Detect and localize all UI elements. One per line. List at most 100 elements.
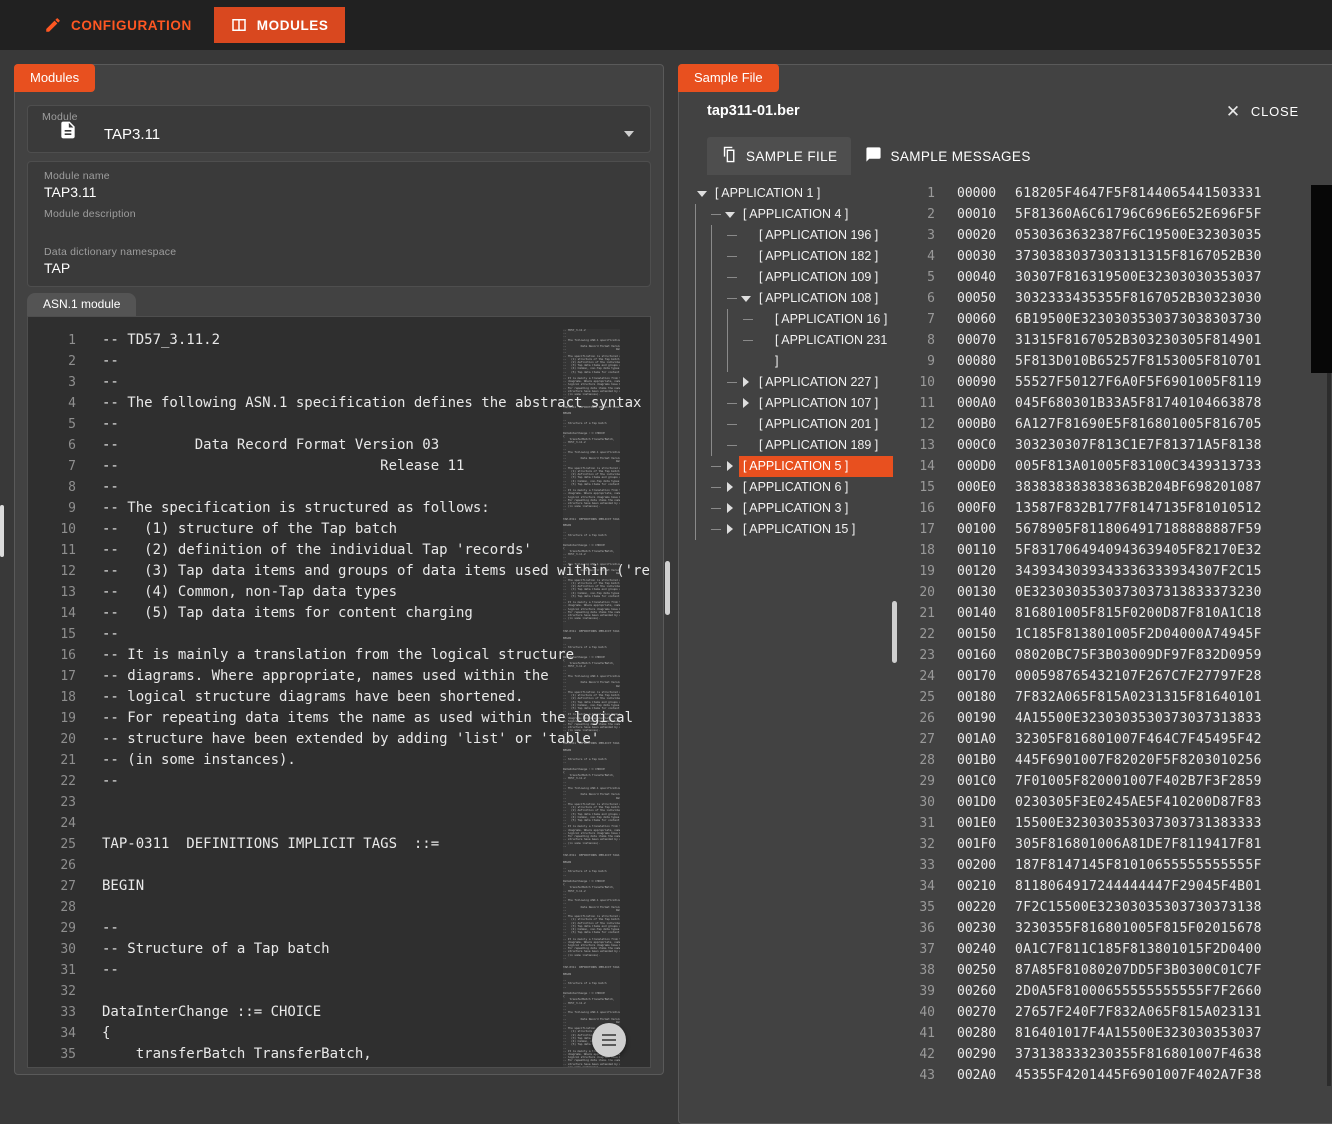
tree-guide-line bbox=[711, 435, 727, 456]
top-bar: CONFIGURATION MODULES bbox=[0, 0, 1332, 50]
chevron-down-icon[interactable] bbox=[695, 183, 711, 204]
hex-row: 35002207F2C15500E32303035303730373138.. bbox=[897, 897, 1332, 918]
chevron-right-icon[interactable] bbox=[723, 456, 739, 477]
hex-scrollbar-thumb[interactable] bbox=[1311, 185, 1332, 373]
tab-sample-messages-label: SAMPLE MESSAGES bbox=[890, 149, 1030, 164]
editor-scrollbar[interactable] bbox=[665, 561, 670, 615]
tree-item[interactable]: [ APPLICATION 107 ] bbox=[693, 393, 897, 414]
tree-connector bbox=[727, 372, 739, 393]
editor-line: 22-- bbox=[28, 771, 650, 792]
hex-row: 43002A045355F4201445F6901007F402A7F38. bbox=[897, 1065, 1332, 1086]
chevron-right-icon[interactable] bbox=[723, 519, 739, 540]
arrow-placeholder bbox=[739, 414, 755, 435]
tree-item[interactable]: [ APPLICATION 182 ] bbox=[693, 246, 897, 267]
tree-item[interactable]: [ APPLICATION 108 ] bbox=[693, 288, 897, 309]
editor-line: 25TAP-0311 DEFINITIONS IMPLICIT TAGS ::= bbox=[28, 834, 650, 855]
tree-item[interactable]: [ APPLICATION 4 ] bbox=[693, 204, 897, 225]
tree-item[interactable]: [ APPLICATION 3 ] bbox=[693, 498, 897, 519]
hex-row: 4200290373138333230355F816801007F4638. bbox=[897, 1044, 1332, 1065]
editor-line: 27BEGIN bbox=[28, 876, 650, 897]
tab-modules[interactable]: MODULES bbox=[214, 7, 345, 43]
module-file-icon bbox=[58, 120, 78, 145]
hex-row: 15000E0383838383838363B204BF69820108788 bbox=[897, 477, 1332, 498]
tab-sample-file[interactable]: SAMPLE FILE bbox=[707, 137, 851, 175]
tree-guide-line bbox=[711, 330, 727, 372]
editor-line: 16-- It is mainly a translation from the… bbox=[28, 645, 650, 666]
sample-panel-badge: Sample File bbox=[678, 64, 779, 92]
tree-guide-line bbox=[727, 330, 743, 372]
tree-connector bbox=[743, 330, 755, 351]
chevron-right-icon[interactable] bbox=[723, 477, 739, 498]
asn1-code-editor[interactable]: 1-- TD57_3.11.22--3--4-- The following A… bbox=[27, 316, 651, 1068]
tree-item[interactable]: [ APPLICATION 15 ] bbox=[693, 519, 897, 540]
arrow-placeholder bbox=[739, 225, 755, 246]
hex-scrollbar-track[interactable] bbox=[1327, 373, 1331, 1086]
chevron-right-icon[interactable] bbox=[739, 372, 755, 393]
module-name-value[interactable]: TAP3.11 bbox=[44, 183, 634, 202]
hex-row: 39002602D0A5F81000655555555555F7F2660. bbox=[897, 981, 1332, 1002]
editor-line: 14-- (5) Tap data items for content char… bbox=[28, 603, 650, 624]
module-description-value[interactable] bbox=[44, 221, 634, 240]
hex-row: 4000303730383037303131315F8167052B3080 bbox=[897, 246, 1332, 267]
chevron-down-icon[interactable] bbox=[739, 288, 755, 309]
tree-item[interactable]: [ APPLICATION 196 ] bbox=[693, 225, 897, 246]
tree-item[interactable]: [ APPLICATION 1 ] bbox=[693, 183, 897, 204]
tab-configuration[interactable]: CONFIGURATION bbox=[28, 7, 208, 43]
module-description-field[interactable]: Module description bbox=[44, 208, 634, 240]
tree-item[interactable]: [ APPLICATION 227 ] bbox=[693, 372, 897, 393]
tree-item[interactable]: [ APPLICATION 109 ] bbox=[693, 267, 897, 288]
tree-item-label: [ APPLICATION 201 ] bbox=[755, 414, 882, 435]
tree-guide-line bbox=[711, 267, 727, 288]
namespace-field[interactable]: Data dictionary namespace TAP bbox=[44, 246, 634, 278]
tree-guide-line bbox=[695, 309, 711, 330]
tree-item[interactable]: [ APPLICATION 189 ] bbox=[693, 435, 897, 456]
module-select[interactable]: Module TAP3.11 bbox=[27, 105, 651, 153]
namespace-value[interactable]: TAP bbox=[44, 259, 634, 278]
hex-row: 380025087A85F81080207DD5F3B0300C01C7F. bbox=[897, 960, 1332, 981]
hex-row: 3000200530363632387F6C19500E3230303560 bbox=[897, 225, 1332, 246]
tab-modules-label: MODULES bbox=[257, 18, 329, 33]
module-description-label: Module description bbox=[44, 208, 634, 220]
close-button[interactable]: ✕ CLOSE bbox=[1226, 103, 1299, 120]
close-label: CLOSE bbox=[1251, 104, 1299, 119]
tree-guide-line bbox=[711, 414, 727, 435]
editor-actions-fab[interactable] bbox=[592, 1023, 626, 1057]
tree-guide-line bbox=[695, 267, 711, 288]
editor-line: 12-- (3) Tap data items and groups of da… bbox=[28, 561, 650, 582]
tree-connector bbox=[727, 246, 739, 267]
editor-line: 21-- (in some instances). bbox=[28, 750, 650, 771]
tree-item-label: [ APPLICATION 108 ] bbox=[755, 288, 882, 309]
hex-row: 3300200187F8147145F81010655555555555F.( bbox=[897, 855, 1332, 876]
hex-row: 36002303230355F816801005F815F020156785_ bbox=[897, 918, 1332, 939]
tab-asn1-module[interactable]: ASN.1 module bbox=[27, 293, 136, 316]
tree-guide-line bbox=[695, 435, 711, 456]
editor-line: 10-- (1) structure of the Tap batch bbox=[28, 519, 650, 540]
arrow-placeholder bbox=[739, 435, 755, 456]
tree-connector bbox=[727, 435, 739, 456]
tree-item[interactable]: [ APPLICATION 231 ] bbox=[693, 330, 897, 372]
editor-line: 3-- bbox=[28, 372, 650, 393]
editor-line: 20-- structure have been extended by add… bbox=[28, 729, 650, 750]
tree-item[interactable]: [ APPLICATION 6 ] bbox=[693, 477, 897, 498]
hex-row: 20001300E323030353037303731383337323020 bbox=[897, 582, 1332, 603]
module-name-field[interactable]: Module name TAP3.11 bbox=[44, 170, 634, 202]
page-scrollbar[interactable] bbox=[0, 505, 4, 557]
tab-sample-messages[interactable]: SAMPLE MESSAGES bbox=[851, 137, 1044, 175]
tree-connector bbox=[711, 456, 723, 477]
tree-item[interactable]: [ APPLICATION 201 ] bbox=[693, 414, 897, 435]
chevron-right-icon[interactable] bbox=[739, 393, 755, 414]
chevron-right-icon[interactable] bbox=[723, 498, 739, 519]
hex-row: 100009055527F50127F6A0F5F6901005F8119.| bbox=[897, 372, 1332, 393]
editor-minimap[interactable]: -- TD57_3.11.2 -- -- -- The following AS… bbox=[563, 329, 620, 1067]
tree-item[interactable]: [ APPLICATION 16 ] bbox=[693, 309, 897, 330]
hex-row: 9000805F813D010B65257F8153005F810701= bbox=[897, 351, 1332, 372]
tree-connector bbox=[727, 414, 739, 435]
hex-row: 4100280816401017F4A15500E323030353037.. bbox=[897, 1023, 1332, 1044]
tree-item-label: [ APPLICATION 189 ] bbox=[755, 435, 882, 456]
editor-line: 8-- bbox=[28, 477, 650, 498]
hex-row: 37002400A1C7F811C185F813801015F2D0400. bbox=[897, 939, 1332, 960]
chevron-down-icon[interactable] bbox=[723, 204, 739, 225]
modules-panel-badge: Modules bbox=[14, 64, 95, 92]
hex-row: 80007031315F8167052B303230305F814901. bbox=[897, 330, 1332, 351]
tree-item[interactable]: [ APPLICATION 5 ] bbox=[693, 456, 897, 477]
